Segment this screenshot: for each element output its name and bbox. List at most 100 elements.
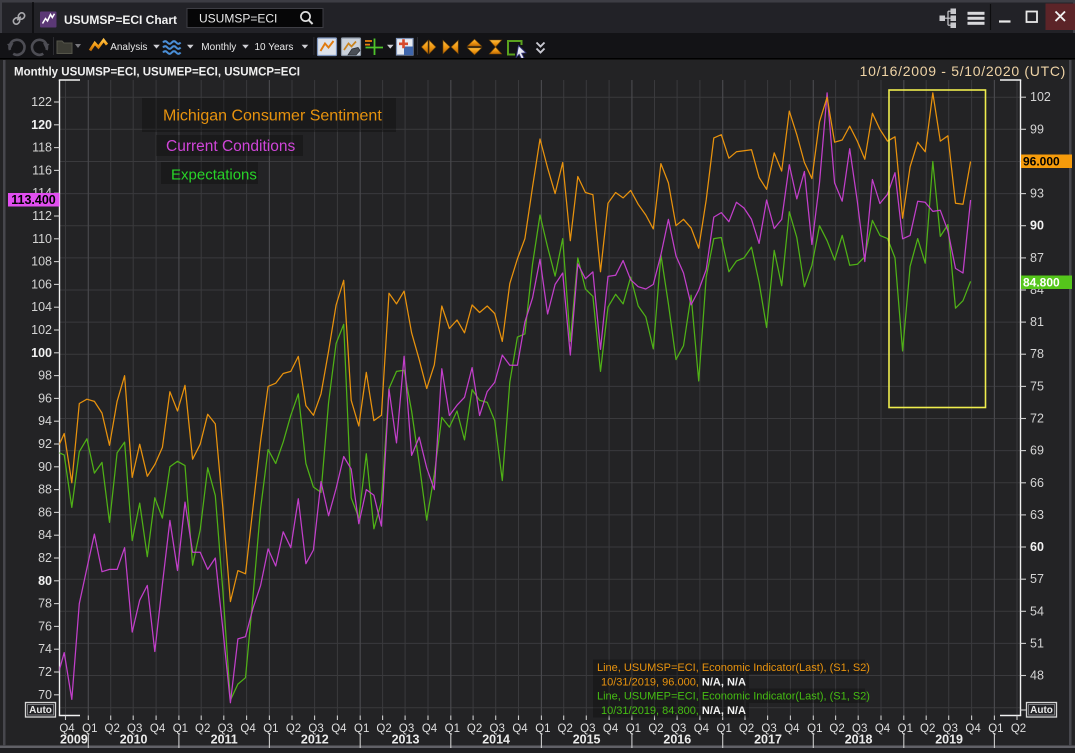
svg-text:Q4: Q4 (422, 723, 438, 735)
svg-text:81: 81 (1030, 315, 1044, 329)
svg-text:96.000: 96.000 (1023, 155, 1060, 169)
svg-text:112: 112 (32, 209, 52, 223)
svg-text:51: 51 (1030, 636, 1044, 650)
svg-text:60: 60 (1030, 540, 1044, 554)
svg-text:84.800: 84.800 (1023, 276, 1060, 290)
svg-text:2016: 2016 (663, 733, 691, 747)
svg-text:69: 69 (1030, 444, 1044, 458)
svg-text:2015: 2015 (573, 733, 601, 747)
svg-text:57: 57 (1030, 572, 1044, 586)
svg-text:Q2: Q2 (920, 723, 935, 735)
svg-text:63: 63 (1030, 508, 1044, 522)
svg-text:Monthly USUMSP=ECI, USUMEP=ECI: Monthly USUMSP=ECI, USUMEP=ECI, USUMCP=E… (14, 67, 300, 79)
svg-text:84: 84 (38, 528, 52, 542)
svg-text:54: 54 (1030, 604, 1044, 618)
svg-text:90: 90 (38, 460, 52, 474)
svg-text:86: 86 (38, 505, 52, 519)
svg-text:Q1: Q1 (717, 723, 732, 735)
svg-text:102: 102 (1030, 90, 1051, 104)
svg-text:2011: 2011 (211, 733, 238, 747)
svg-text:Q1: Q1 (354, 723, 369, 735)
svg-text:2018: 2018 (845, 733, 873, 747)
svg-text:Expectations: Expectations (171, 167, 257, 184)
svg-text:Q2: Q2 (467, 723, 482, 735)
svg-text:Q4: Q4 (875, 723, 891, 735)
svg-text:72: 72 (1030, 412, 1044, 426)
svg-text:2010: 2010 (120, 733, 148, 747)
svg-text:122: 122 (31, 95, 52, 109)
svg-text:Q2: Q2 (376, 723, 391, 735)
svg-text:88: 88 (38, 483, 52, 497)
svg-text:2012: 2012 (301, 733, 329, 747)
svg-text:10/31/2019, 96.000, N/A, N/A: 10/31/2019, 96.000, N/A, N/A (601, 677, 746, 689)
svg-text:2017: 2017 (754, 733, 782, 747)
svg-text:Q4: Q4 (331, 723, 347, 735)
svg-text:99: 99 (1030, 122, 1044, 136)
svg-text:Q2: Q2 (195, 723, 210, 735)
svg-text:72: 72 (38, 665, 52, 679)
svg-text:102: 102 (31, 323, 52, 337)
svg-text:10/16/2009 - 5/10/2020 (UTC): 10/16/2009 - 5/10/2020 (UTC) (860, 63, 1066, 79)
svg-text:75: 75 (1030, 379, 1044, 393)
svg-text:96: 96 (38, 391, 52, 405)
svg-text:70: 70 (38, 688, 52, 702)
svg-text:120: 120 (31, 118, 52, 132)
svg-text:94: 94 (38, 414, 52, 428)
svg-text:Q2: Q2 (105, 723, 120, 735)
svg-text:Q1: Q1 (626, 723, 641, 735)
svg-text:Q2: Q2 (1011, 723, 1026, 735)
svg-text:Q1: Q1 (898, 723, 913, 735)
svg-text:Monthly: Monthly (201, 42, 236, 53)
svg-text:Q4: Q4 (603, 723, 619, 735)
svg-text:93: 93 (1030, 187, 1044, 201)
svg-text:2009: 2009 (60, 733, 88, 747)
svg-text:66: 66 (1030, 476, 1044, 490)
svg-text:110: 110 (32, 232, 52, 246)
svg-text:82: 82 (38, 551, 52, 565)
svg-text:Line, USUMEP=ECI, Economic Ind: Line, USUMEP=ECI, Economic Indicator(Las… (597, 691, 870, 703)
svg-text:USUMSP=ECI Chart: USUMSP=ECI Chart (64, 13, 177, 27)
svg-text:78: 78 (38, 597, 52, 611)
svg-text:Q2: Q2 (558, 723, 573, 735)
svg-text:Auto: Auto (1030, 705, 1053, 716)
svg-text:74: 74 (38, 642, 52, 656)
svg-text:87: 87 (1030, 251, 1044, 265)
svg-text:Michigan Consumer Sentiment: Michigan Consumer Sentiment (163, 108, 382, 125)
svg-text:Q4: Q4 (150, 723, 166, 735)
svg-text:Q4: Q4 (694, 723, 710, 735)
svg-text:2013: 2013 (392, 733, 420, 747)
svg-text:48: 48 (1030, 669, 1044, 683)
svg-text:Q4: Q4 (965, 723, 981, 735)
svg-text:Auto: Auto (29, 705, 52, 716)
svg-text:Q2: Q2 (648, 723, 663, 735)
svg-text:2014: 2014 (482, 733, 510, 747)
svg-text:Q2: Q2 (829, 723, 844, 735)
svg-text:78: 78 (1030, 347, 1044, 361)
svg-text:Line, USUMSP=ECI, Economic Ind: Line, USUMSP=ECI, Economic Indicator(Las… (597, 662, 870, 674)
svg-text:Q4: Q4 (512, 723, 528, 735)
svg-text:Q2: Q2 (286, 723, 301, 735)
svg-text:92: 92 (38, 437, 52, 451)
svg-text:Q1: Q1 (807, 723, 822, 735)
svg-text:10/31/2019, 84.800, N/A, N/A: 10/31/2019, 84.800, N/A, N/A (601, 705, 746, 717)
svg-text:106: 106 (31, 277, 52, 291)
svg-text:10 Years: 10 Years (255, 42, 294, 53)
svg-text:Q1: Q1 (988, 723, 1003, 735)
svg-text:98: 98 (38, 369, 52, 383)
svg-text:Q4: Q4 (784, 723, 800, 735)
svg-text:Analysis: Analysis (110, 42, 147, 53)
svg-text:Q4: Q4 (240, 723, 256, 735)
svg-text:Q1: Q1 (535, 723, 550, 735)
svg-text:Q1: Q1 (173, 723, 188, 735)
svg-text:Q1: Q1 (445, 723, 460, 735)
svg-text:80: 80 (38, 574, 52, 588)
svg-text:Current Conditions: Current Conditions (166, 138, 295, 155)
svg-text:USUMSP=ECI: USUMSP=ECI (199, 12, 277, 26)
svg-text:108: 108 (31, 255, 52, 269)
svg-text:Q1: Q1 (263, 723, 278, 735)
svg-text:100: 100 (31, 346, 52, 360)
svg-text:76: 76 (38, 619, 52, 633)
svg-text:118: 118 (32, 141, 52, 155)
svg-text:90: 90 (1030, 219, 1044, 233)
svg-text:Q2: Q2 (739, 723, 754, 735)
